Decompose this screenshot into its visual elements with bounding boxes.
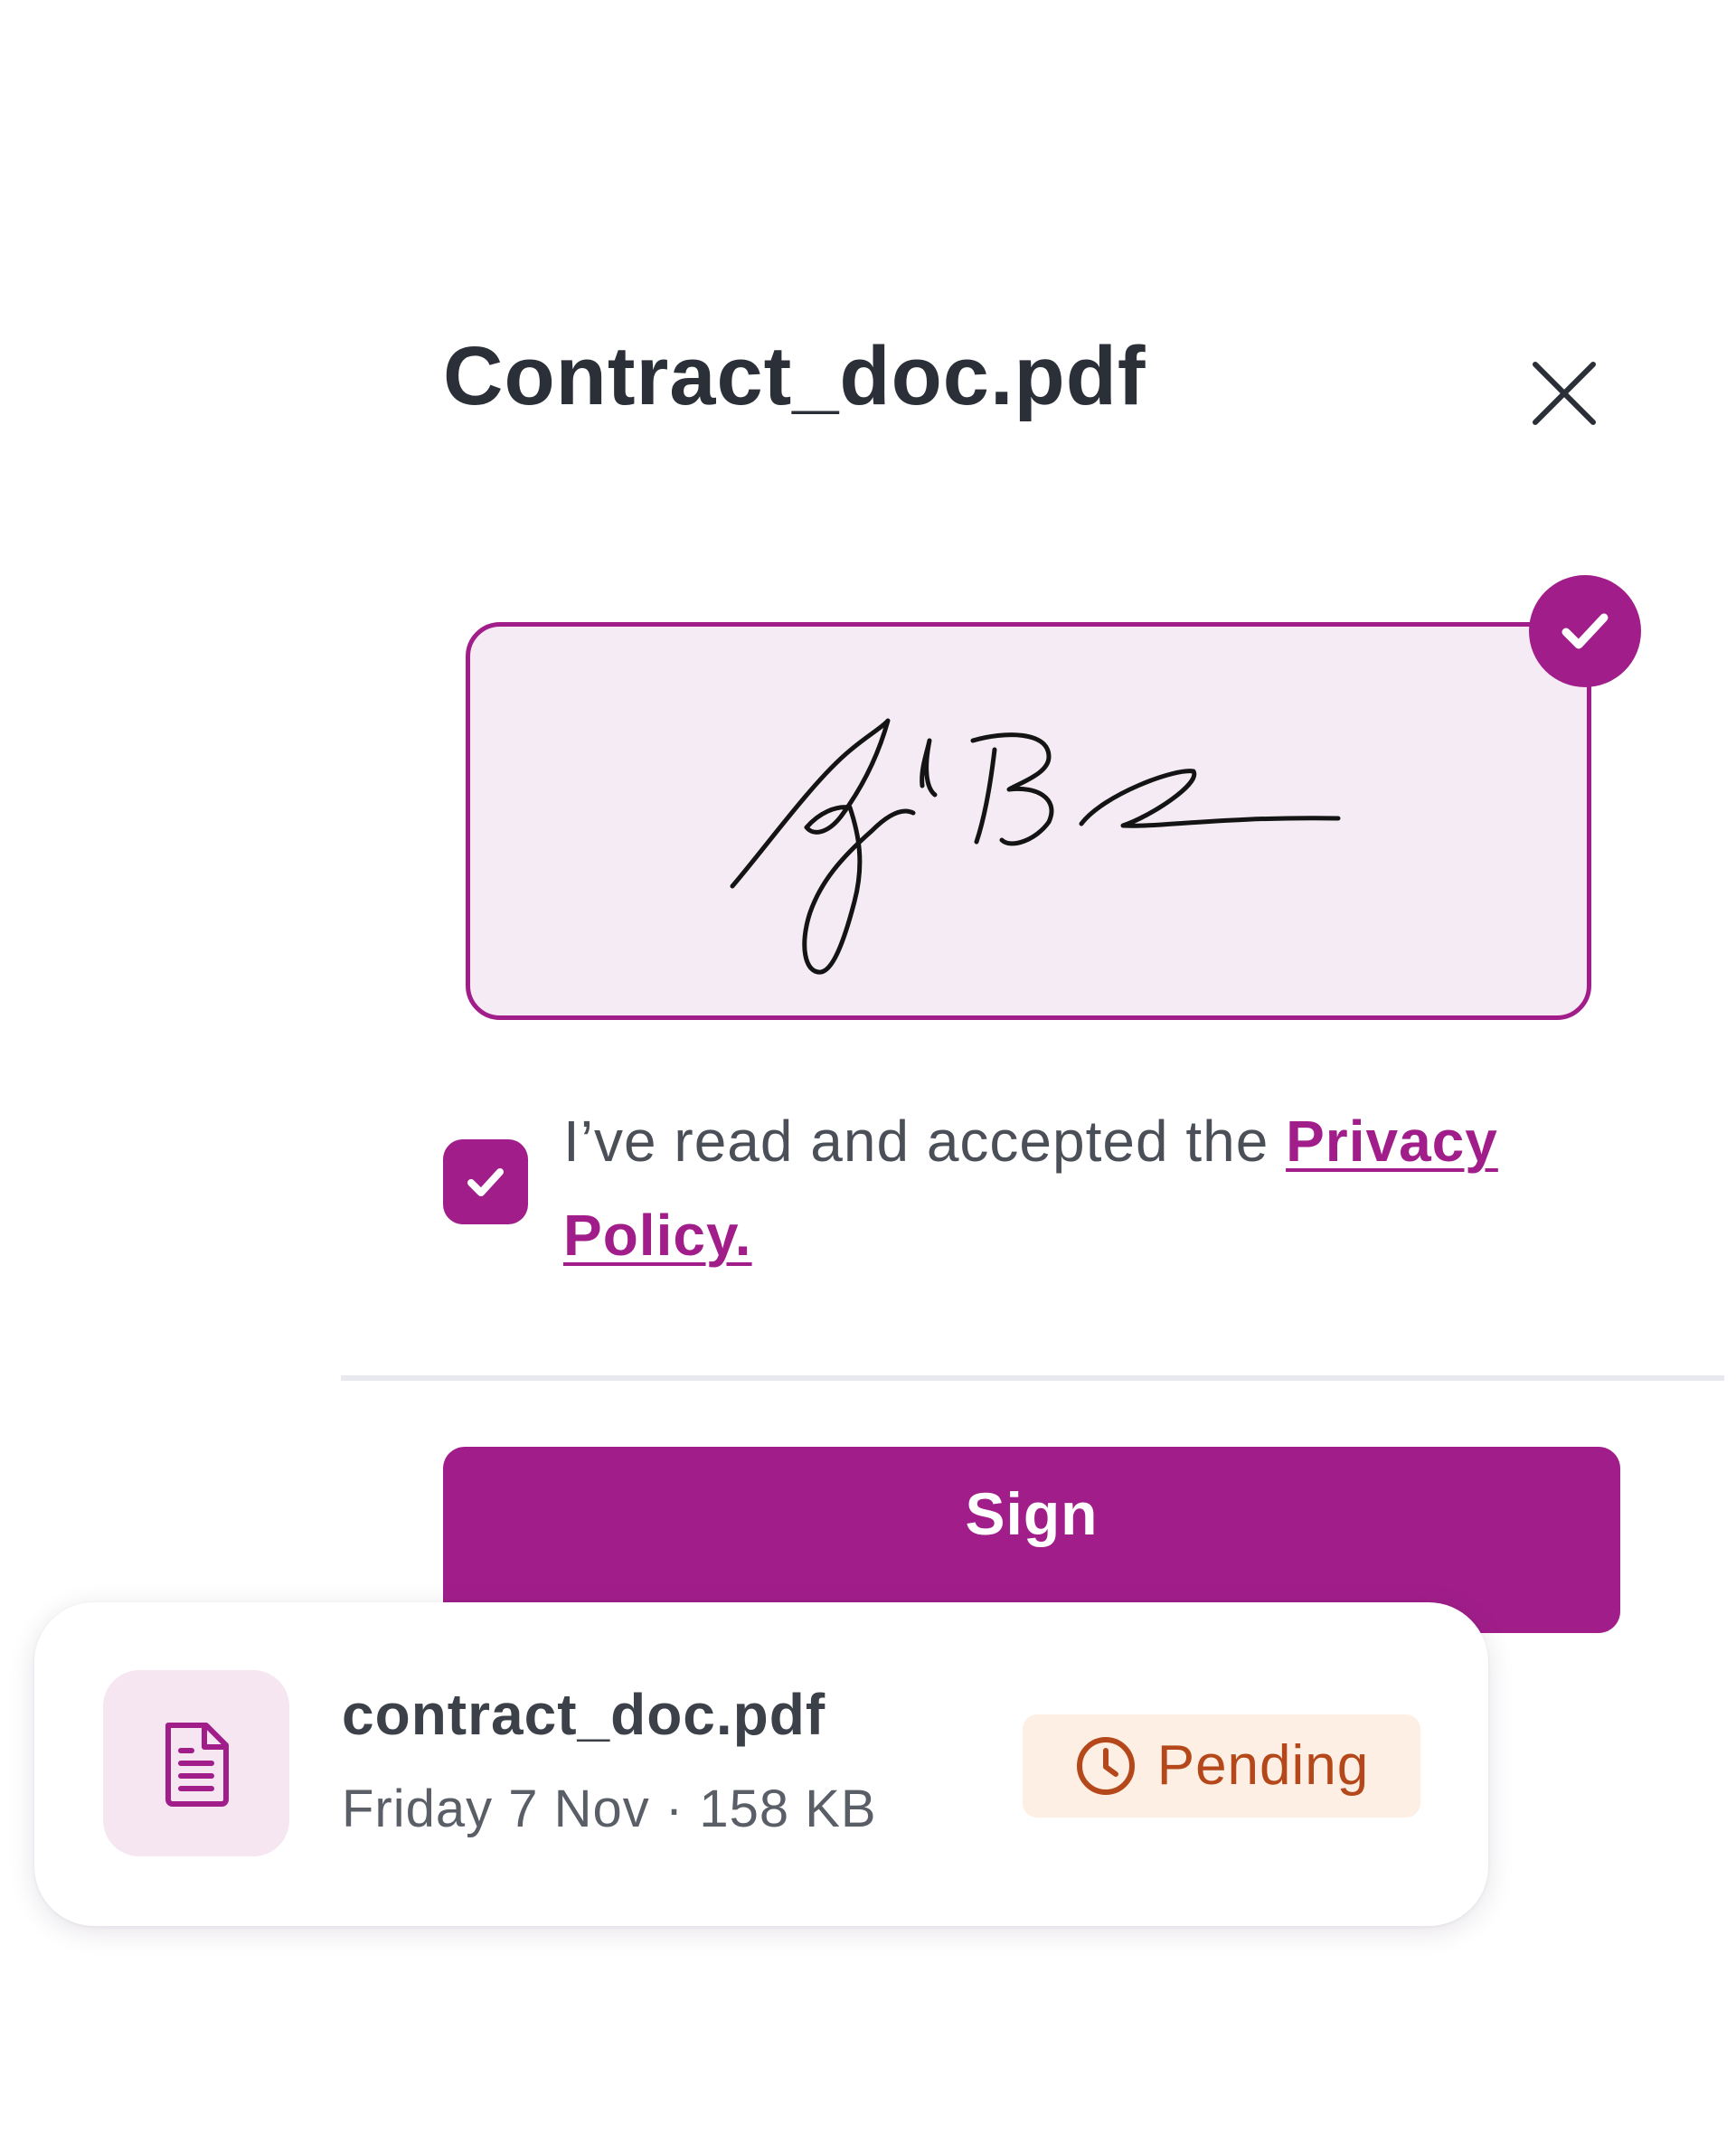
privacy-consent-checkbox[interactable] bbox=[443, 1139, 528, 1224]
status-badge: Pending bbox=[1023, 1714, 1420, 1818]
status-label: Pending bbox=[1156, 1734, 1370, 1797]
checkmark-icon bbox=[1561, 613, 1609, 649]
clock-icon bbox=[1076, 1737, 1135, 1795]
checkmark-icon bbox=[467, 1168, 504, 1196]
file-name: contract_doc.pdf bbox=[342, 1682, 826, 1747]
signature-drawing bbox=[730, 718, 1341, 975]
divider bbox=[341, 1375, 1724, 1381]
file-card[interactable]: contract_doc.pdf Friday 7 Nov · 158 KB P… bbox=[34, 1602, 1488, 1926]
signature-box[interactable] bbox=[466, 622, 1591, 1020]
privacy-consent-label: I’ve read and accepted the Privacy Polic… bbox=[563, 1094, 1612, 1282]
close-icon bbox=[1533, 362, 1596, 425]
sign-document-screen: Contract_doc.pdf I’ve read and accepted … bbox=[0, 0, 1736, 2134]
document-icon bbox=[165, 1723, 229, 1807]
file-meta: Friday 7 Nov · 158 KB bbox=[342, 1780, 877, 1838]
consent-text: I’ve read and accepted the bbox=[563, 1109, 1287, 1174]
signature-selected-badge bbox=[1529, 575, 1641, 687]
close-button[interactable] bbox=[1528, 357, 1600, 430]
dialog-title: Contract_doc.pdf bbox=[443, 330, 1146, 422]
file-icon-tile bbox=[103, 1670, 289, 1856]
